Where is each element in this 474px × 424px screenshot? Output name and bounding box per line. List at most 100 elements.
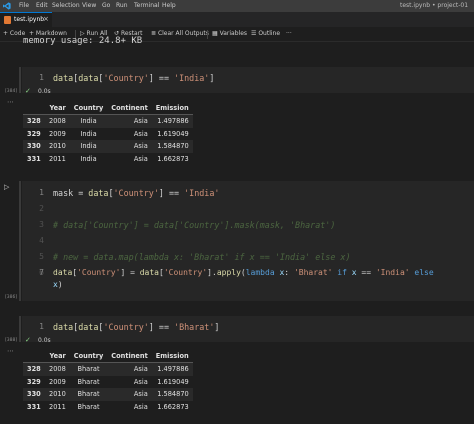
table-row: 328 2008 Bharat Asia 1.497886 — [23, 362, 193, 376]
cell-year: 2010 — [45, 388, 70, 401]
menu-file[interactable]: File — [19, 2, 29, 9]
cell-country: Bharat — [77, 402, 100, 411]
more-actions-button[interactable]: ··· — [286, 30, 292, 37]
menu-terminal[interactable]: Terminal — [134, 2, 159, 9]
cell-country: Bharat — [77, 377, 100, 386]
cell-continent: Asia — [133, 154, 148, 163]
tab-test-ipynb[interactable]: test.ipynb × — [0, 12, 52, 27]
output-actions-icon[interactable]: ⋯ — [7, 98, 14, 106]
cell-year: 2009 — [49, 377, 66, 386]
cell-year: 2008 — [45, 114, 70, 128]
code-line[interactable]: data['Country'] = data['Country'].apply(… — [53, 268, 434, 277]
outline-button[interactable]: ☰ Outline — [251, 30, 280, 37]
vscode-icon — [3, 2, 11, 10]
cell-continent: Asia — [107, 140, 152, 153]
code-line[interactable]: data[data['Country'] == 'Bharat'] — [53, 322, 219, 332]
cell-country: India — [80, 129, 97, 138]
title-bar: File Edit Selection View Go Run Terminal… — [0, 0, 474, 12]
execution-count: [384] — [5, 89, 18, 94]
cell-continent: Asia — [107, 362, 152, 376]
memory-usage-output: memory usage: 24.8+ KB — [23, 36, 143, 46]
column-header-year: Year — [45, 102, 70, 115]
column-header-emission: Emission — [151, 102, 193, 115]
row-index: 330 — [23, 140, 45, 153]
line-number: 2 — [39, 204, 44, 213]
cell-emission: 1.619049 — [157, 377, 189, 386]
cell-year: 2009 — [49, 129, 66, 138]
code-line[interactable]: mask = data['Country'] == 'India' — [53, 188, 219, 198]
dataframe-table: Year Country Continent Emission 328 2008… — [23, 350, 193, 413]
execution-time: 0.0s — [38, 337, 51, 344]
cell-year: 2008 — [45, 362, 70, 376]
dataframe-table: Year Country Continent Emission 328 2008… — [23, 102, 193, 165]
cell-continent: Asia — [133, 402, 148, 411]
cell-emission: 1.584870 — [151, 140, 193, 153]
line-number: 1 — [39, 188, 44, 197]
code-comment-line[interactable]: # data['Country'] = data['Country'].mask… — [53, 220, 335, 230]
row-index: 331 — [27, 402, 41, 411]
table-row: 331 2011 Bharat Asia 1.662873 — [23, 401, 193, 414]
variables-icon: ▦ — [212, 30, 218, 37]
variables-label: Variables — [219, 30, 248, 37]
clear-all-outputs-button[interactable]: ≣ Clear All Outputs — [151, 30, 209, 37]
tab-title: test.ipynb — [14, 16, 45, 23]
cell-emission: 1.497886 — [151, 362, 193, 376]
column-header-country: Country — [69, 102, 108, 115]
check-icon: ✓ — [25, 336, 31, 344]
table-row: 328 2008 India Asia 1.497886 — [23, 114, 193, 128]
line-number: 1 — [39, 322, 44, 331]
toolbar-divider — [207, 30, 208, 39]
cell-year: 2010 — [45, 140, 70, 153]
cell-emission: 1.497886 — [151, 114, 193, 128]
line-number: 4 — [39, 236, 44, 245]
table-row: 331 2011 India Asia 1.662873 — [23, 153, 193, 166]
run-cell-icon[interactable]: ▷ — [4, 183, 12, 191]
cell-emission: 1.584870 — [151, 388, 193, 401]
window-title: test.ipynb • project-01 — [400, 2, 469, 9]
outline-label: Outline — [258, 30, 281, 37]
check-icon: ✓ — [25, 87, 31, 95]
cell-continent: Asia — [133, 129, 148, 138]
cell-emission: 1.662873 — [157, 154, 189, 163]
menu-view[interactable]: View — [82, 2, 96, 9]
index-header — [23, 350, 45, 363]
output-actions-icon[interactable]: ⋯ — [7, 347, 14, 355]
clear-all-label: Clear All Outputs — [157, 30, 209, 37]
line-number: 3 — [39, 220, 44, 229]
cell-country: India — [69, 140, 108, 153]
row-index: 328 — [23, 114, 45, 128]
execution-time: 0.0s — [38, 88, 51, 95]
row-index: 329 — [27, 377, 41, 386]
row-index: 329 — [27, 129, 41, 138]
menu-edit[interactable]: Edit — [36, 2, 48, 9]
column-header-emission: Emission — [151, 350, 193, 363]
tab-bar: test.ipynb × — [0, 12, 474, 27]
menu-help[interactable]: Help — [162, 2, 176, 9]
menu-go[interactable]: Go — [102, 2, 110, 9]
table-row: 329 2009 India Asia 1.619049 — [23, 128, 193, 141]
column-header-year: Year — [45, 350, 70, 363]
cell-continent: Asia — [107, 388, 152, 401]
cell-continent: Asia — [107, 114, 152, 128]
index-header — [23, 102, 45, 115]
menu-selection[interactable]: Selection — [52, 2, 80, 9]
cell-year: 2011 — [49, 154, 66, 163]
close-icon[interactable]: × — [43, 15, 49, 23]
cell-focus-bar — [19, 316, 21, 342]
cell-focus-bar — [19, 67, 21, 93]
code-comment-line[interactable]: # new = data.map(lambda x: 'Bharat' if x… — [53, 252, 351, 262]
table-row: 330 2010 Bharat Asia 1.584870 — [23, 388, 193, 401]
cell-continent: Asia — [133, 377, 148, 386]
cell-focus-bar — [19, 181, 21, 301]
menu-run[interactable]: Run — [116, 2, 128, 9]
code-line-wrap[interactable]: x) — [53, 280, 63, 289]
execution-count: [386] — [5, 295, 18, 300]
row-index: 331 — [27, 154, 41, 163]
row-index: 330 — [23, 388, 45, 401]
code-cell-editor[interactable] — [22, 181, 474, 301]
table-row: 329 2009 Bharat Asia 1.619049 — [23, 376, 193, 389]
code-line[interactable]: data[data['Country'] == 'India'] — [53, 73, 214, 83]
variables-button[interactable]: ▦ Variables — [212, 30, 247, 37]
cell-emission: 1.662873 — [157, 402, 189, 411]
add-code-button[interactable]: + Code — [3, 30, 25, 37]
